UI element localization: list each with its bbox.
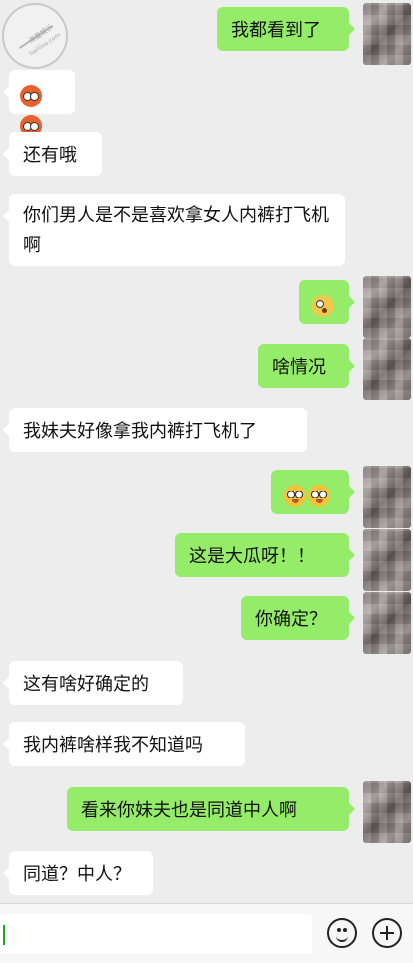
avatar-self[interactable] <box>363 466 411 528</box>
message-bubble-in[interactable]: 还有哦 <box>3 132 102 176</box>
message-text: 你们男人是不是喜欢拿女人内裤打飞机啊 <box>23 205 329 256</box>
message-text: 啥情况 <box>272 357 326 378</box>
message-input[interactable] <box>0 914 312 954</box>
message-bubble-in-emoji[interactable] <box>3 70 75 137</box>
message-text: 看来你妹夫也是同道中人啊 <box>81 800 297 821</box>
text-cursor <box>3 925 5 945</box>
message-text: 你确定？ <box>255 609 327 630</box>
message-bubble-out[interactable]: 你确定？ <box>241 596 355 640</box>
message-text: 同道？中人？ <box>23 864 131 885</box>
message-text: 我都看到了 <box>231 20 321 41</box>
avatar-self[interactable] <box>363 338 411 400</box>
message-bubble-out[interactable]: 我都看到了 <box>217 7 355 51</box>
smile-icon <box>336 933 348 942</box>
message-bubble-out-emoji[interactable] <box>271 470 355 514</box>
chat-area[interactable]: 海量娱乐 haiilixa.com 我都看到了 还有哦 你们男人是不是喜欢拿女人… <box>0 0 413 903</box>
input-bar <box>0 903 413 963</box>
yellow-face-icon <box>308 485 330 507</box>
message-bubble-out-emoji[interactable] <box>299 280 355 324</box>
avatar-self[interactable] <box>363 3 411 65</box>
shock-face-icon <box>312 295 334 317</box>
message-text: 我妹夫好像拿我内裤打飞机了 <box>23 421 257 442</box>
message-bubble-out[interactable]: 啥情况 <box>258 344 355 388</box>
red-face-icon <box>20 85 42 107</box>
message-text: 还有哦 <box>23 145 77 166</box>
avatar-self[interactable] <box>363 529 411 591</box>
avatar-self[interactable] <box>363 592 411 654</box>
avatar-self[interactable] <box>363 276 411 338</box>
avatar-self[interactable] <box>363 781 411 843</box>
message-bubble-in[interactable]: 这有啥好确定的 <box>3 661 183 705</box>
emoji-button[interactable] <box>327 918 357 948</box>
watermark-logo: 海量娱乐 haiilixa.com <box>2 3 68 69</box>
yellow-face-icon <box>284 485 306 507</box>
message-bubble-in[interactable]: 我妹夫好像拿我内裤打飞机了 <box>3 408 307 452</box>
plus-button[interactable] <box>372 918 402 948</box>
message-text: 这是大瓜呀！！ <box>189 546 315 567</box>
message-bubble-out[interactable]: 看来你妹夫也是同道中人啊 <box>67 787 355 831</box>
message-text: 我内裤啥样我不知道吗 <box>23 735 203 756</box>
message-bubble-out[interactable]: 这是大瓜呀！！ <box>175 533 355 577</box>
message-bubble-in[interactable]: 你们男人是不是喜欢拿女人内裤打飞机啊 <box>3 194 345 266</box>
message-bubble-in[interactable]: 我内裤啥样我不知道吗 <box>3 722 245 766</box>
message-text: 这有啥好确定的 <box>23 674 149 695</box>
message-bubble-in[interactable]: 同道？中人？ <box>3 851 153 895</box>
